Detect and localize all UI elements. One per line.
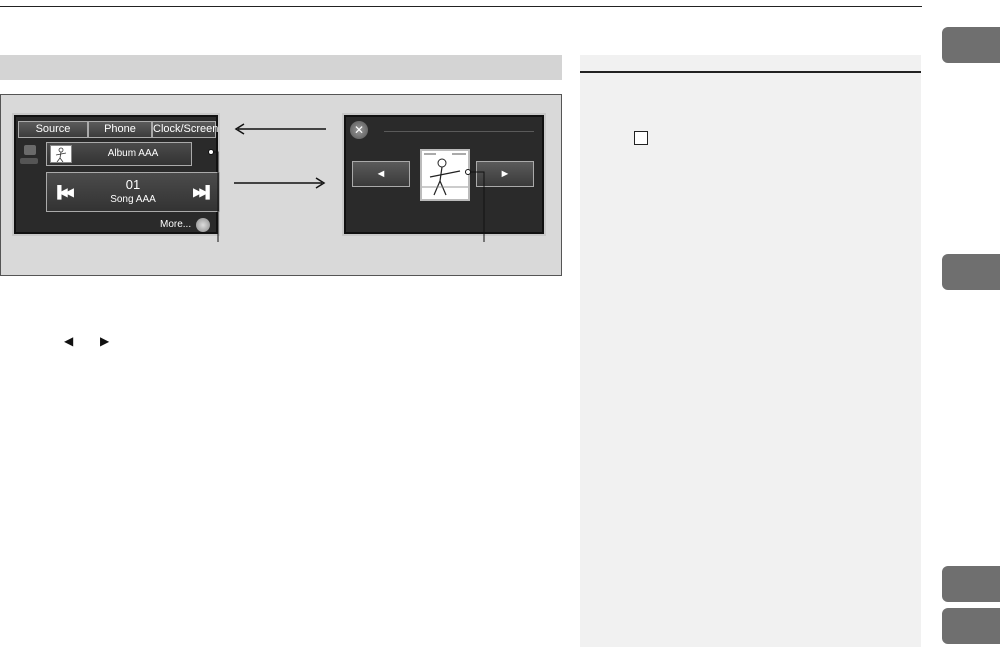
sidebar-panel <box>580 55 921 647</box>
chapter-tab-2[interactable] <box>942 254 1000 290</box>
phone-button[interactable]: Phone <box>88 121 152 138</box>
chapter-tab-3[interactable] <box>942 566 1000 602</box>
section-header-bar <box>0 55 562 80</box>
ipod-icon <box>24 145 36 155</box>
source-button[interactable]: Source <box>18 121 88 138</box>
back-arrow-icon <box>234 123 326 135</box>
checkbox-icon <box>634 131 648 145</box>
track-control: ▐◀◀ 01 Song AAA ▶▶▌ <box>46 172 220 212</box>
clock-screen-button[interactable]: Clock/Screen <box>152 121 218 138</box>
previous-art-button[interactable]: ◄ <box>352 161 410 187</box>
close-icon[interactable]: ✕ <box>350 121 368 139</box>
audio-screen: Source Phone Clock/Screen Album AAA ▐◀◀ … <box>12 113 220 236</box>
album-bar[interactable]: Album AAA <box>46 142 192 166</box>
right-triangle-icon: ▶ <box>100 334 110 348</box>
left-triangle-icon: ◀ <box>64 334 74 348</box>
album-art-screen: ✕ ◄ ► <box>342 113 546 236</box>
frame-divider <box>384 131 534 132</box>
chapter-tab-1[interactable] <box>942 27 1000 63</box>
forward-arrow-icon <box>234 177 326 189</box>
top-rule <box>0 6 922 7</box>
album-title: Album AAA <box>107 148 159 159</box>
ipod-label-mark <box>20 158 38 164</box>
album-callout-line <box>208 149 219 242</box>
album-art-thumbnail <box>50 145 72 163</box>
chapter-tab-4[interactable] <box>942 608 1000 644</box>
art-callout-line <box>465 169 485 242</box>
more-label[interactable]: More... <box>160 219 191 230</box>
sidebar-rule <box>580 71 921 73</box>
